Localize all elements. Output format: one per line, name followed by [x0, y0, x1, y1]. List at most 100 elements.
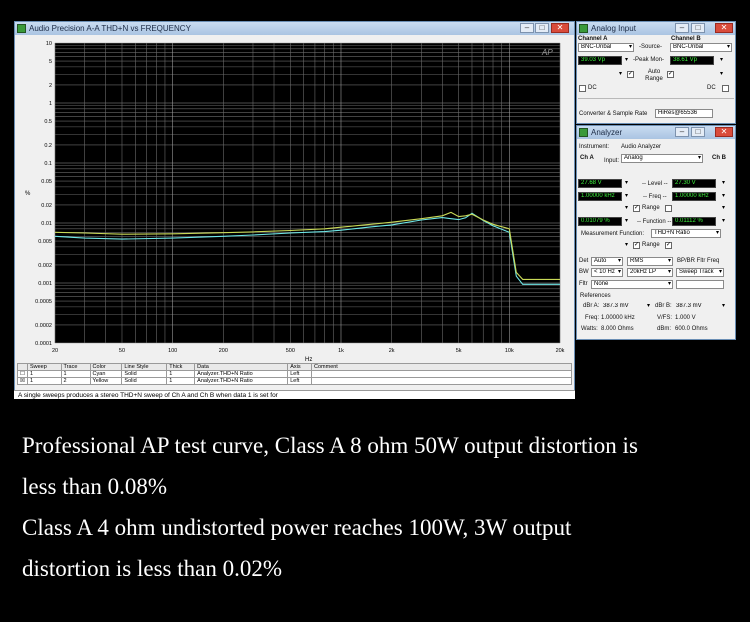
- graph-window: Audio Precision A-A THD+N vs FREQUENCY –…: [14, 21, 575, 398]
- chevron-down-icon[interactable]: ▾: [720, 56, 723, 64]
- y-tick-label: 0.5: [44, 119, 52, 125]
- function-b-readout: 0.01112 %: [672, 217, 716, 226]
- x-tick-label: 2k: [389, 348, 395, 354]
- cell-comment[interactable]: [311, 370, 572, 378]
- maximize-button[interactable]: □: [691, 127, 705, 137]
- dbrb-value[interactable]: 387.3 mV: [673, 302, 717, 311]
- filter-freq-field[interactable]: [676, 280, 724, 289]
- analyzer-title: Analyzer: [591, 128, 623, 137]
- sweep-table[interactable]: Sweep Trace Color Line Style Thick Data …: [17, 363, 572, 385]
- cell-data[interactable]: Analyzer.THD+N Ratio: [194, 370, 289, 378]
- cell-axis[interactable]: Left: [287, 370, 312, 378]
- freq-range-b-checkbox[interactable]: [665, 205, 672, 212]
- chevron-down-icon[interactable]: ▾: [647, 302, 650, 310]
- cell-color[interactable]: Cyan: [89, 370, 123, 378]
- cell-line-style[interactable]: Solid: [121, 377, 168, 385]
- dbra-value[interactable]: 387.3 mV: [600, 302, 644, 311]
- auto-range-a-checkbox[interactable]: ✓: [627, 71, 634, 78]
- y-tick-label: 0.0001: [35, 341, 52, 347]
- maximize-button[interactable]: □: [535, 23, 549, 33]
- close-button[interactable]: ✕: [551, 23, 569, 33]
- func-range-b-checkbox[interactable]: ✓: [665, 242, 672, 249]
- col-data: Data: [194, 363, 289, 371]
- minimize-button[interactable]: –: [675, 127, 689, 137]
- cell-comment[interactable]: [311, 377, 572, 385]
- y-tick-label: 0.1: [44, 161, 52, 167]
- table-row[interactable]: ☐ 1 1 Cyan Solid 1 Analyzer.THD+N Ratio …: [17, 370, 572, 378]
- chevron-down-icon[interactable]: ▾: [722, 302, 725, 310]
- cell-sweep: 1: [26, 370, 62, 378]
- graph-titlebar: Audio Precision A-A THD+N vs FREQUENCY: [15, 22, 574, 35]
- bp-br-filter-label: BP/BR Fltr Freq: [677, 258, 720, 264]
- x-tick-label: 500: [286, 348, 295, 354]
- chevron-down-icon[interactable]: ▾: [722, 192, 725, 200]
- chevron-down-icon[interactable]: ▾: [619, 70, 622, 78]
- peak-mon-label: -Peak Mon-: [633, 57, 665, 63]
- source-a-select[interactable]: BNC-Unbal: [578, 43, 634, 52]
- bw-high-select[interactable]: 20kHz LP: [627, 268, 673, 277]
- watts-value[interactable]: 8.000 Ohms: [601, 325, 634, 333]
- func-range-label: Range: [642, 242, 660, 248]
- maximize-button[interactable]: □: [691, 23, 705, 33]
- det-select[interactable]: Auto: [591, 257, 623, 266]
- x-tick-label: 5k: [456, 348, 462, 354]
- cell-thick[interactable]: 1: [166, 377, 196, 385]
- cell-data[interactable]: Analyzer.THD+N Ratio: [194, 377, 289, 385]
- minimize-button[interactable]: –: [675, 23, 689, 33]
- auto-range-b-checkbox[interactable]: ✓: [667, 71, 674, 78]
- table-row[interactable]: ☒ 1 2 Yellow Solid 1 Analyzer.THD+N Rati…: [17, 377, 572, 385]
- freq-range-label: Range: [642, 205, 660, 211]
- dc-b-checkbox[interactable]: [722, 85, 729, 92]
- y-tick-label: 0.002: [38, 263, 52, 269]
- channel-b-label: Channel B: [671, 36, 701, 42]
- chevron-down-icon[interactable]: ▾: [625, 56, 628, 64]
- freq-range-a-checkbox[interactable]: ✓: [633, 205, 640, 212]
- bw-low-select[interactable]: < 10 Hz: [591, 268, 623, 277]
- y-tick-label: 1: [49, 101, 52, 107]
- y-tick-label: 0.001: [38, 281, 52, 287]
- app-icon: [17, 24, 26, 33]
- sweep-track-select[interactable]: Sweep Track: [676, 268, 724, 277]
- thd-n-plot[interactable]: 10 5 2 1 0.5 0.2 0.1 0.05 0.02 0.01 0.005 0.002 0.00…: [15, 35, 574, 373]
- measurement-function-select[interactable]: THD+N Ratio: [651, 229, 721, 238]
- y-tick-label: 5: [49, 59, 52, 65]
- chevron-down-icon[interactable]: ▾: [625, 204, 628, 212]
- chevron-down-icon[interactable]: ▾: [625, 217, 628, 225]
- row-checkbox[interactable]: ☐: [17, 370, 28, 378]
- chevron-down-icon[interactable]: ▾: [722, 217, 725, 225]
- source-b-select[interactable]: BNC-Unbal: [670, 43, 732, 52]
- cell-axis[interactable]: Left: [287, 377, 312, 385]
- chevron-down-icon[interactable]: ▾: [625, 241, 628, 249]
- col-comment: Comment: [311, 363, 572, 371]
- dbm-value[interactable]: 600.0 Ohms: [675, 325, 708, 333]
- col-sweep: Sweep: [26, 363, 62, 371]
- chevron-down-icon[interactable]: ▾: [625, 192, 628, 200]
- dbrb-label: dBr B:: [655, 303, 672, 309]
- row-checkbox[interactable]: ☒: [17, 377, 28, 385]
- close-button[interactable]: ✕: [715, 127, 733, 137]
- cell-color[interactable]: Yellow: [89, 377, 123, 385]
- input-select[interactable]: Analog: [621, 154, 703, 163]
- func-range-a-checkbox[interactable]: ✓: [633, 242, 640, 249]
- x-tick-label: 10k: [505, 348, 514, 354]
- minimize-button[interactable]: –: [520, 23, 534, 33]
- cell-line-style[interactable]: Solid: [121, 370, 168, 378]
- chevron-down-icon[interactable]: ▾: [722, 204, 725, 212]
- y-tick-label: 0.0005: [35, 299, 52, 305]
- close-button[interactable]: ✕: [715, 23, 733, 33]
- chevron-down-icon[interactable]: ▾: [722, 179, 725, 187]
- det-mode-select[interactable]: RMS: [627, 257, 673, 266]
- peak-b-readout: 38.61 Vp: [670, 56, 714, 65]
- dbra-label: dBr A:: [583, 303, 600, 309]
- cell-thick[interactable]: 1: [166, 370, 196, 378]
- converter-value[interactable]: HiRes@65536: [655, 109, 713, 118]
- caption-line-4: distortion is less than 0.02%: [22, 556, 283, 581]
- instrument-label: Instrument:: [579, 144, 610, 150]
- chevron-down-icon[interactable]: ▾: [720, 70, 723, 78]
- freq-ref-value[interactable]: 1.00000 kHz: [601, 314, 635, 322]
- x-tick-label: 1k: [338, 348, 344, 354]
- chevron-down-icon[interactable]: ▾: [625, 179, 628, 187]
- filter-select[interactable]: None: [591, 280, 673, 289]
- vfs-value[interactable]: 1.000 V: [675, 314, 696, 322]
- dc-a-checkbox[interactable]: [579, 85, 586, 92]
